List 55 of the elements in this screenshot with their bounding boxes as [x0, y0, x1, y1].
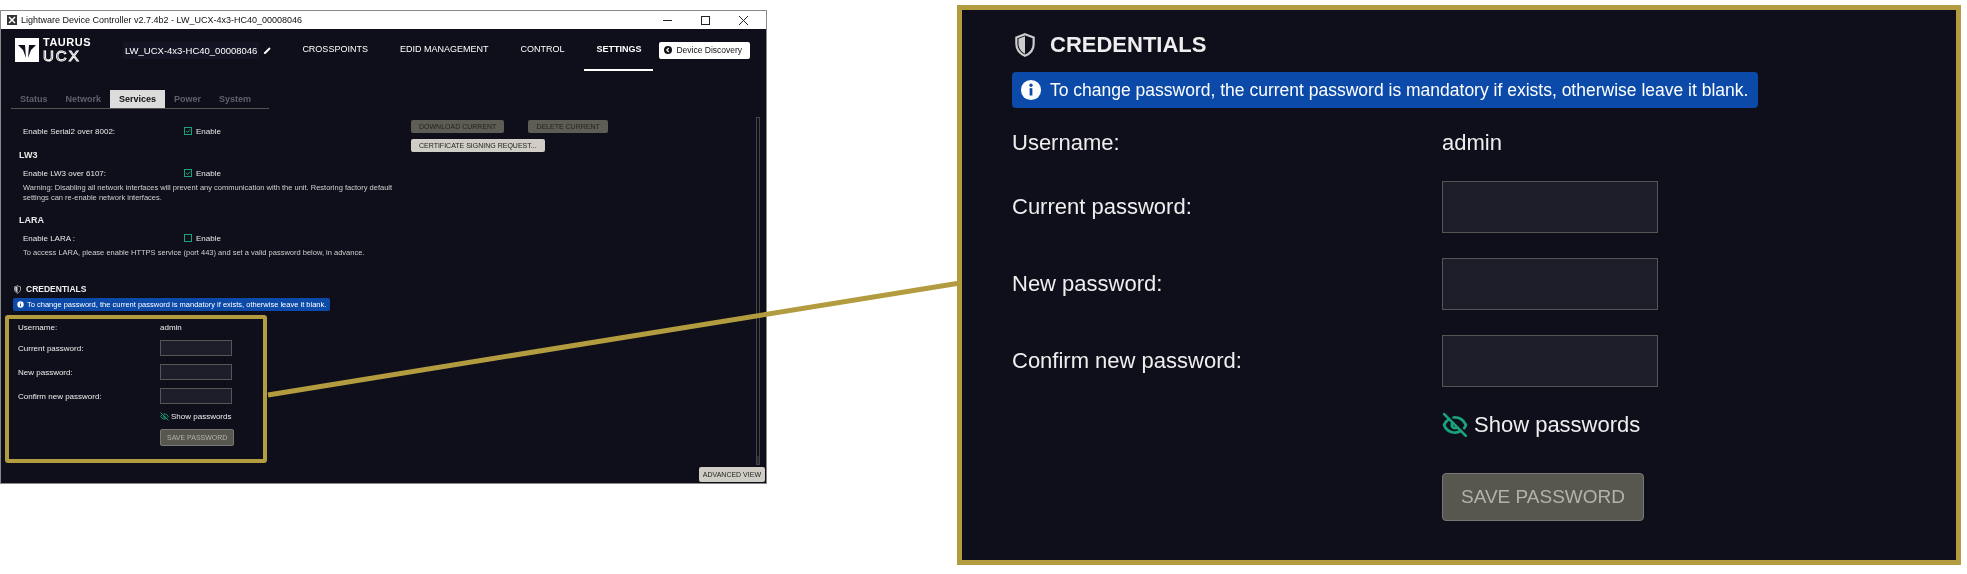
- device-discovery-button[interactable]: Device Discovery: [659, 41, 751, 59]
- sub-tab[interactable]: Services: [110, 90, 166, 108]
- logo-text: UCX: [43, 48, 82, 63]
- checkbox[interactable]: [184, 127, 192, 135]
- field-label: Username:: [1012, 130, 1121, 156]
- section-heading: LW3: [18, 150, 39, 160]
- setting-label: Enable Serial2 over 8002:: [23, 126, 117, 136]
- username-value: admin: [160, 323, 182, 333]
- logo-icon: [15, 38, 39, 62]
- nav-tab[interactable]: CROSSPOINTS: [290, 29, 380, 71]
- enable-checkbox[interactable]: Enable: [184, 168, 221, 178]
- show-passwords-toggle[interactable]: Show passwords: [160, 412, 263, 422]
- field-label: New password:: [18, 367, 74, 377]
- nav-tab[interactable]: EDID MANAGEMENT: [387, 29, 501, 71]
- nav-tab[interactable]: CONTROL: [508, 29, 577, 71]
- maximize-icon[interactable]: [700, 15, 710, 25]
- field-label: New password:: [1012, 271, 1164, 297]
- field-label: Username:: [18, 323, 59, 333]
- field-label: Confirm new password:: [1012, 348, 1243, 374]
- nav-tab[interactable]: SETTINGS: [584, 29, 654, 71]
- info-icon: [17, 301, 24, 309]
- close-icon[interactable]: [738, 15, 748, 25]
- eye-off-icon: [160, 412, 169, 422]
- scrollbar[interactable]: [756, 117, 760, 465]
- username-value: admin: [1442, 130, 1502, 156]
- checkbox[interactable]: [184, 169, 192, 177]
- field-label: Current password:: [18, 343, 85, 353]
- checkbox[interactable]: [184, 234, 192, 243]
- enable-checkbox[interactable]: Enable: [184, 233, 221, 243]
- enable-checkbox[interactable]: Enable: [184, 126, 221, 136]
- eye-off-icon: [1442, 412, 1468, 438]
- info-text: To change password, the current password is mandatory if exists, otherwise leave it blank.: [1050, 79, 1749, 101]
- window-title: Lightware Device Controller v2.7.4b2 - LW_UCX-4x3-HC40_00008046: [21, 15, 303, 25]
- password-field[interactable]: [160, 364, 232, 381]
- field-label: Confirm new password:: [18, 391, 103, 401]
- section-heading: LARA: [18, 215, 45, 226]
- back-icon: [664, 46, 673, 54]
- field-label: Current password:: [1012, 194, 1193, 220]
- password-field[interactable]: [1442, 258, 1658, 310]
- logo-text: TAURUS: [43, 37, 91, 48]
- shield-icon: [13, 284, 22, 294]
- pencil-icon[interactable]: [263, 45, 273, 55]
- password-field[interactable]: [1442, 181, 1658, 233]
- shield-icon: [1012, 32, 1038, 58]
- password-field[interactable]: [160, 388, 232, 405]
- section-title: CREDENTIALS: [1050, 32, 1207, 58]
- app-icon: [7, 15, 17, 25]
- setting-label: Enable LARA :: [23, 233, 77, 243]
- info-icon: [1020, 79, 1042, 101]
- show-passwords-toggle[interactable]: Show passwords: [1442, 412, 1956, 438]
- device-name: LW_UCX-4x3-HC40_00008046: [123, 41, 260, 59]
- password-field[interactable]: [1442, 335, 1658, 387]
- setting-label: Enable LW3 over 6107:: [23, 168, 107, 178]
- password-field[interactable]: [160, 340, 232, 357]
- section-title: CREDENTIALS: [26, 284, 87, 295]
